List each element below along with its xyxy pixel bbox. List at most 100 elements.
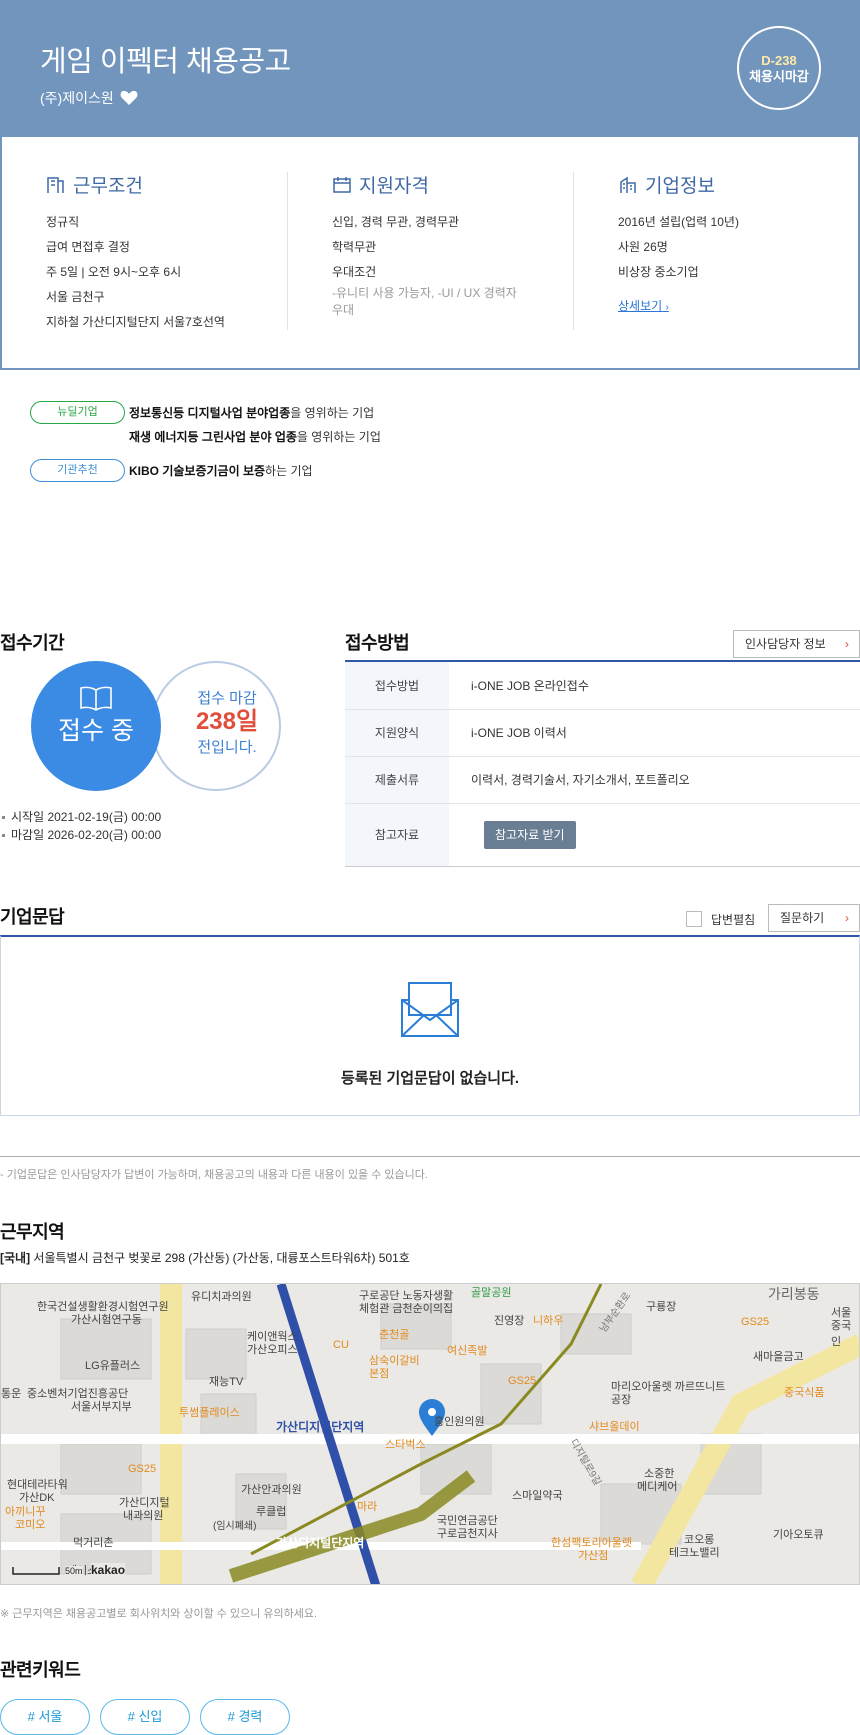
chevron-right-icon: › <box>665 302 669 313</box>
map-label: 중국인 <box>831 1320 852 1348</box>
keywords-title: 관련키워드 <box>0 1660 81 1680</box>
map-label: 가산시험연구동 <box>71 1314 142 1326</box>
work-line: 주 5일 | 오전 9시~오후 6시 <box>46 265 182 279</box>
qa-box: 등록된 기업문답이 없습니다. <box>0 935 860 1116</box>
qual-line: 신입, 경력 무관, 경력무관 <box>332 215 460 229</box>
building-icon <box>47 176 64 193</box>
answer-expand-checkbox[interactable] <box>686 911 702 927</box>
divider <box>0 1156 860 1157</box>
keyword-chip[interactable]: # 서울 <box>0 1699 90 1735</box>
envelope-icon <box>401 982 459 1037</box>
map-label: 스마일약국 <box>512 1490 563 1502</box>
map-label: 여신족발 <box>447 1345 488 1357</box>
company-title: 기업정보 <box>645 176 715 197</box>
keyword-chip[interactable]: # 신입 <box>100 1699 190 1735</box>
row-value: 참고자료 받기 <box>449 804 860 866</box>
dday-count: D-238 <box>761 53 797 68</box>
start-date: 시작일 2021-02-19(금) 00:00 <box>0 808 161 825</box>
divider <box>573 172 574 330</box>
company-line: 비상장 중소기업 <box>618 265 699 279</box>
office-building-icon <box>620 176 636 193</box>
table-row: 접수방법 i-ONE JOB 온라인접수 <box>345 662 860 710</box>
tag-desc-rest: 을 영위하는 기업 <box>290 406 375 420</box>
ask-question-button[interactable]: 질문하기 › <box>768 904 860 932</box>
work-line: 지하철 가산디지털단지 서울7호선역 <box>46 315 225 329</box>
map-label: 구룡장 <box>646 1301 677 1313</box>
tag-desc-bold: 재생 에너지등 그린사업 분야 업종 <box>129 430 297 444</box>
pref-note: 우대 <box>332 303 355 317</box>
heart-icon[interactable] <box>120 90 138 106</box>
map-label: 춘천골 <box>379 1329 410 1341</box>
map-label: 기아오토큐 <box>773 1529 824 1541</box>
map-label: 가산디지털단지역 <box>276 1420 365 1434</box>
row-value: i-ONE JOB 이력서 <box>471 726 567 740</box>
reference-download-button[interactable]: 참고자료 받기 <box>484 821 576 849</box>
address: [국내] 서울특별시 금천구 벚꽃로 298 (가산동) (가산동, 대륭포스트… <box>0 1249 410 1266</box>
map-label: 유디치과의원 <box>191 1291 252 1303</box>
tag-desc: KIBO 기술보증기금이 보증하는 기업 <box>129 462 313 479</box>
map-label: 가산점 <box>578 1550 609 1562</box>
job-header: 게임 이펙터 채용공고 (주)제이스원 D-238 채용시마감 <box>0 0 860 137</box>
work-title: 근무조건 <box>73 176 143 197</box>
keyword-chip[interactable]: # 경력 <box>200 1699 290 1735</box>
map-label: 니하우 <box>533 1315 564 1327</box>
map-label: 구로금천지사 <box>437 1528 498 1540</box>
work-line: 정규직 <box>46 215 80 229</box>
map-label: 먹거리촌 <box>73 1537 114 1549</box>
job-title: 게임 이펙터 채용공고 <box>40 46 291 78</box>
map-label: 통운 <box>1 1388 22 1400</box>
dday-badge: D-238 채용시마감 <box>737 26 821 110</box>
map-label: 마라 <box>357 1501 378 1513</box>
map-label: 샤브올데이 <box>589 1421 640 1433</box>
newdeal-tag: 뉴딜기업 <box>30 401 125 424</box>
map-label: 스타벅스 <box>385 1439 426 1451</box>
pref-note: -유니티 사용 가능자, -UI / UX 경력자 <box>332 286 517 300</box>
map-label: (임시폐쇄) <box>213 1521 257 1532</box>
period-title: 접수기간 <box>0 633 65 653</box>
address-text: 서울특별시 금천구 벚꽃로 298 (가산동) (가산동, 대륭포스트타워6차)… <box>33 1251 410 1265</box>
deadline-top: 접수 마감 <box>197 690 257 707</box>
map-label: 중국식품 <box>784 1387 825 1399</box>
status-label: 접수 중 <box>58 717 134 745</box>
hr-info-button[interactable]: 인사담당자 정보 › <box>733 630 860 658</box>
location-map[interactable]: 한국건설생활환경시험연구원 가산시험연구동 유디치과의원 구로공단 노동자생활 … <box>0 1283 860 1585</box>
map-label: 가리봉동 <box>768 1286 820 1302</box>
map-label: 내과의원 <box>123 1510 164 1522</box>
end-date-text: 마감일 2026-02-20(금) 00:00 <box>11 828 162 842</box>
start-date-text: 시작일 2021-02-19(금) 00:00 <box>11 810 162 824</box>
map-label: 가산디지털단지역 <box>276 1536 365 1550</box>
qa-title: 기업문답 <box>0 907 65 927</box>
map-label: 홍인원의원 <box>434 1416 485 1428</box>
tag-desc: 정보통신등 디지털사업 분야업종을 영위하는 기업 <box>129 404 374 421</box>
table-row: 제출서류 이력서, 경력기술서, 자기소개서, 포트폴리오 <box>345 757 860 804</box>
map-label: CU <box>333 1339 349 1351</box>
map-label: 재능TV <box>209 1376 244 1388</box>
map-label: 테크노밸리 <box>669 1547 720 1559</box>
tag-desc-rest: 하는 기업 <box>265 464 313 478</box>
company-line: 사원 26명 <box>618 240 668 254</box>
map-label: 본점 <box>369 1368 390 1380</box>
agency-tag: 기관추천 <box>30 459 125 482</box>
end-date: 마감일 2026-02-20(금) 00:00 <box>0 826 161 843</box>
work-line: 급여 면접후 결정 <box>46 240 130 254</box>
company-line: 2016년 설립(업력 10년) <box>618 215 739 229</box>
company-name: (주)제이스원 <box>40 88 138 108</box>
map-label: 메디케어 <box>637 1481 678 1493</box>
map-label: 투썸플레이스 <box>179 1407 240 1419</box>
location-note: ※ 근무지역은 채용공고별로 회사위치와 상이할 수 있으니 유의하세요. <box>0 1608 318 1620</box>
map-brand-logo: kakao <box>91 1563 126 1577</box>
map-label: 서울서부지부 <box>71 1401 132 1413</box>
map-label: 가산오피스 <box>247 1344 298 1356</box>
map-label: 체험관 금천순이의집 <box>359 1303 454 1315</box>
qa-note: - 기업문답은 인사담당자가 답변이 가능하며, 채용공고의 내용과 다른 내용… <box>0 1169 428 1181</box>
map-label: LG유플러스 <box>85 1360 141 1372</box>
qa-empty-message: 등록된 기업문답이 없습니다. <box>340 1070 520 1087</box>
row-key: 접수방법 <box>345 662 449 709</box>
row-key: 지원양식 <box>345 710 449 756</box>
deadline-circle: 접수 마감 238일 전입니다. <box>151 661 281 791</box>
tag-desc-bold: KIBO 기술보증기금이 보증 <box>129 464 266 478</box>
company-detail-link[interactable]: 상세보기 › <box>618 297 669 314</box>
deadline-type: 채용시마감 <box>749 69 809 84</box>
company-link[interactable]: (주)제이스원 <box>40 88 114 108</box>
map-label: 새마을금고 <box>753 1351 804 1363</box>
